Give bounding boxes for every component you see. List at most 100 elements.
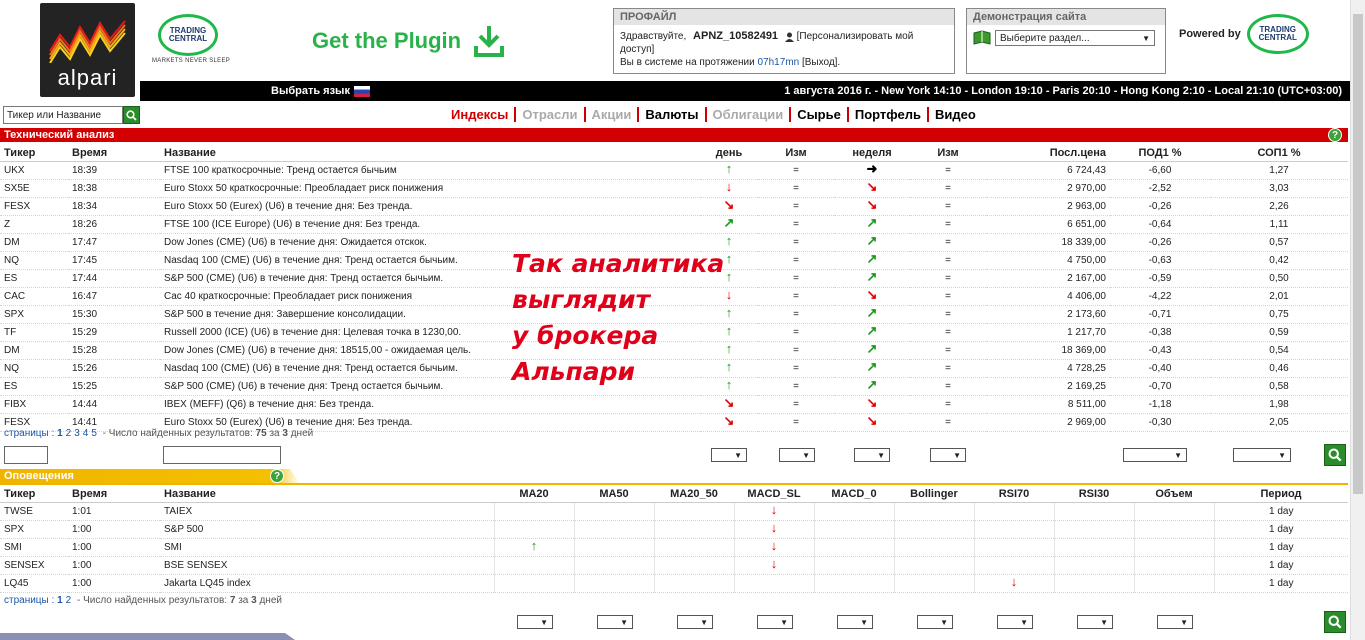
page-link[interactable]: 1 xyxy=(57,428,63,439)
demo-panel: Демонстрация сайта Выберите раздел... ▼ xyxy=(966,8,1166,74)
column-header[interactable]: Период xyxy=(1214,486,1348,503)
tech-header-row: Тикер Время Название день Изм неделя Изм Посл.ц… xyxy=(0,145,1348,162)
search-placeholder: Тикер или Название xyxy=(7,109,102,121)
week-filter-select[interactable]: ▼ xyxy=(854,448,890,462)
scrollbar-thumb[interactable] xyxy=(1353,14,1363,494)
nav-tab[interactable]: Облигации xyxy=(704,106,790,122)
support-filter-select[interactable]: ▼ xyxy=(1123,448,1187,462)
ticker-cell: UKX xyxy=(0,161,68,180)
category-nav: Индексы Отрасли Акции Валюты Облигации Сырье П… xyxy=(451,106,982,122)
table-row[interactable]: TWSE 1:01 TAIEX ↓ 1 day xyxy=(0,502,1348,521)
nav-tab[interactable]: Портфель xyxy=(846,106,927,122)
table-row[interactable]: FESX 18:34 Euro Stoxx 50 (Eurex) (U6) в те… xyxy=(0,197,1348,216)
table-row[interactable]: SPX 1:00 S&P 500 ↓ 1 day xyxy=(0,520,1348,539)
column-header[interactable]: день xyxy=(700,145,758,162)
table-row[interactable]: SENSEX 1:00 BSE SENSEX ↓ 1 day xyxy=(0,556,1348,575)
table-row[interactable]: FIBX 14:44 IBEX (MEFF) (Q6) в течение дня:… xyxy=(0,395,1348,414)
column-header[interactable]: Тикер xyxy=(0,145,68,162)
column-header[interactable]: Название xyxy=(160,145,700,162)
column-header[interactable]: MA20_50 xyxy=(654,486,734,503)
table-row[interactable]: Z 18:26 FTSE 100 (ICE Europe) (U6) в течен… xyxy=(0,215,1348,234)
table-row[interactable]: UKX 18:39 FTSE 100 краткосрочные: Тренд ос… xyxy=(0,161,1348,180)
ticker-cell: SPX xyxy=(0,520,68,539)
tech-analysis-header: Технический анализ xyxy=(0,128,1348,142)
table-row[interactable]: SX5E 18:38 Euro Stoxx 50 краткосрочные: Пр… xyxy=(0,179,1348,198)
column-header[interactable]: Время xyxy=(68,145,160,162)
trading-central-logo-right[interactable]: TRADING CENTRAL xyxy=(1246,14,1309,54)
signal-filter-select[interactable]: ▼ xyxy=(757,615,793,629)
get-plugin-link[interactable]: Get the Plugin xyxy=(312,24,505,58)
column-header[interactable]: MA50 xyxy=(574,486,654,503)
table-row[interactable]: SMI 1:00 SMI ↑ ↓ 1 day xyxy=(0,538,1348,557)
column-header[interactable]: Изм xyxy=(758,145,834,162)
signal-filter-select[interactable]: ▼ xyxy=(517,615,553,629)
nav-tab[interactable]: Валюты xyxy=(637,106,704,122)
signal-cell xyxy=(893,574,974,593)
page-link[interactable]: 2 xyxy=(66,428,72,439)
search-input[interactable]: Тикер или Название xyxy=(3,106,123,124)
alerts-filter-button[interactable] xyxy=(1324,611,1346,633)
alpari-logo[interactable]: alpari xyxy=(40,3,135,97)
search-button[interactable] xyxy=(123,106,140,124)
page-link[interactable]: 4 xyxy=(83,428,89,439)
column-header[interactable]: MACD_0 xyxy=(814,486,894,503)
page-link[interactable]: 5 xyxy=(91,428,97,439)
column-header[interactable]: Тикер xyxy=(0,486,68,503)
table-row[interactable]: LQ45 1:00 Jakarta LQ45 index ↓ 1 day xyxy=(0,574,1348,593)
tech-filter-button[interactable] xyxy=(1324,444,1346,466)
nav-tab[interactable]: Акции xyxy=(583,106,638,122)
period-cell: 1 day xyxy=(1213,502,1348,521)
column-header[interactable]: СОП1 % xyxy=(1210,145,1348,162)
nav-tab[interactable]: Сырье xyxy=(789,106,847,122)
signal-filter-select[interactable]: ▼ xyxy=(1077,615,1113,629)
column-header[interactable]: RSI30 xyxy=(1054,486,1134,503)
page-link[interactable]: 2 xyxy=(66,595,72,606)
trading-central-logo[interactable]: TRADING CENTRAL MARKETS NEVER SLEEP xyxy=(152,14,230,64)
day-change-cell: = xyxy=(758,305,834,324)
day-change-filter-select[interactable]: ▼ xyxy=(779,448,815,462)
nav-tab[interactable]: Отрасли xyxy=(514,106,583,122)
page-link[interactable]: 1 xyxy=(57,595,63,606)
column-header[interactable]: Изм xyxy=(910,145,986,162)
demo-section-select[interactable]: Выберите раздел... ▼ xyxy=(995,30,1155,46)
column-header[interactable]: Объем xyxy=(1134,486,1214,503)
name-cell: Jakarta LQ45 index xyxy=(160,574,494,593)
column-header[interactable]: Посл.цена xyxy=(986,145,1110,162)
logout-link[interactable]: [Выход]. xyxy=(802,57,840,68)
signal-cell xyxy=(1133,502,1214,521)
column-header[interactable]: Bollinger xyxy=(894,486,974,503)
nav-tab[interactable]: Индексы xyxy=(451,107,514,122)
ticker-filter-input[interactable] xyxy=(4,446,48,464)
column-header[interactable]: неделя xyxy=(834,145,910,162)
column-header[interactable]: MA20 xyxy=(494,486,574,503)
week-change-filter-select[interactable]: ▼ xyxy=(930,448,966,462)
signal-filter-select[interactable]: ▼ xyxy=(597,615,633,629)
powered-by: Powered by TRADING CENTRAL xyxy=(1179,14,1309,54)
help-icon[interactable]: ? xyxy=(1328,128,1342,142)
signal-filter-select[interactable]: ▼ xyxy=(677,615,713,629)
signal-filter-select[interactable]: ▼ xyxy=(917,615,953,629)
column-header[interactable]: ПОД1 % xyxy=(1110,145,1210,162)
vertical-scrollbar[interactable] xyxy=(1350,0,1365,640)
nav-tab[interactable]: Видео xyxy=(926,106,982,122)
signal-filter-select[interactable]: ▼ xyxy=(1157,615,1193,629)
column-header[interactable]: RSI70 xyxy=(974,486,1054,503)
name-filter-input[interactable] xyxy=(163,446,281,464)
day-filter-select[interactable]: ▼ xyxy=(711,448,747,462)
trend-arrow-icon: ↗ xyxy=(866,233,878,248)
time-cell: 18:38 xyxy=(68,179,160,198)
signal-cell xyxy=(973,520,1054,539)
day-trend-cell: ↘ xyxy=(700,395,758,414)
page-link[interactable]: 3 xyxy=(74,428,80,439)
column-header[interactable]: Время xyxy=(68,486,160,503)
help-icon[interactable]: ? xyxy=(270,469,284,483)
signal-filter-select[interactable]: ▼ xyxy=(997,615,1033,629)
signal-cell xyxy=(653,574,734,593)
resistance1-cell: 3,03 xyxy=(1210,179,1348,198)
resistance-filter-select[interactable]: ▼ xyxy=(1233,448,1291,462)
signal-filter-select[interactable]: ▼ xyxy=(837,615,873,629)
trend-arrow-icon: ↑ xyxy=(725,269,733,284)
column-header[interactable]: MACD_SL xyxy=(734,486,814,503)
column-header[interactable]: Название xyxy=(160,486,494,503)
language-selector[interactable]: Выбрать язык xyxy=(271,85,370,97)
